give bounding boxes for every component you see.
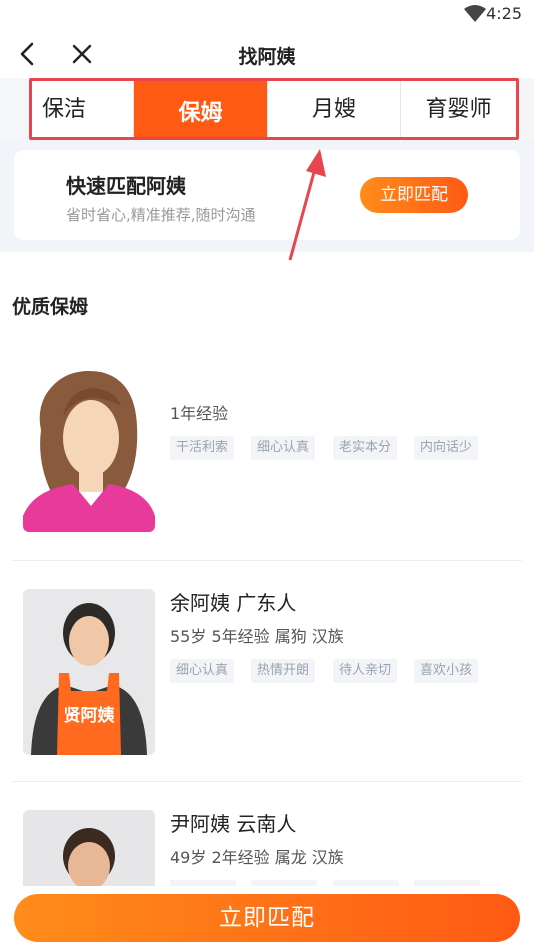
nanny-tag: 细心认真 <box>170 659 235 683</box>
nanny-tag: 内向话少 <box>414 436 479 460</box>
quick-match-card: 快速匹配阿姨 省时省心,精准推荐,随时沟通 立即匹配 <box>14 150 520 240</box>
section-title: 优质保姆 <box>12 296 89 318</box>
nanny-list-item[interactable]: 1年经验 干活利索 细心认真 老实本分 内向话少 <box>12 340 522 561</box>
nanny-tag: 细心认真 <box>251 436 316 460</box>
nanny-tag: 喜欢小孩 <box>414 659 479 683</box>
nav-bar: 找阿姨 <box>0 30 534 78</box>
nanny-list-item[interactable]: 贤阿姨 余阿姨 广东人 55岁 5年经验 属狗 汉族 细心认真 热情开朗 待人亲… <box>12 561 522 782</box>
tabs-highlight-box <box>29 78 519 140</box>
annotation-arrow-icon <box>288 149 326 261</box>
nanny-avatar <box>23 366 155 532</box>
nanny-info: 1年经验 <box>170 404 229 423</box>
bottom-action-bar: 立即匹配 <box>0 886 534 949</box>
page-title: 找阿姨 <box>238 46 296 68</box>
status-bar: 4:25 <box>0 0 534 30</box>
nanny-photo <box>23 810 155 892</box>
nanny-tag: 老实本分 <box>333 436 398 460</box>
nanny-tag: 热情开朗 <box>251 659 316 683</box>
apron-logo: 贤阿姨 <box>64 705 116 726</box>
status-time: 4:25 <box>486 4 522 23</box>
quick-match-title: 快速匹配阿姨 <box>66 174 186 198</box>
nanny-photo: 贤阿姨 <box>23 589 155 755</box>
quick-match-subtitle: 省时省心,精准推荐,随时沟通 <box>66 206 256 224</box>
nanny-tag: 待人亲切 <box>333 659 398 683</box>
nanny-name: 余阿姨 广东人 <box>170 591 297 615</box>
nanny-list-item[interactable]: 尹阿姨 云南人 49岁 2年经验 属龙 汉族 <box>12 782 522 892</box>
nanny-info: 55岁 5年经验 属狗 汉族 <box>170 627 344 646</box>
match-now-button[interactable]: 立即匹配 <box>14 894 520 942</box>
quick-match-button[interactable]: 立即匹配 <box>360 177 468 213</box>
wifi-icon <box>464 5 486 22</box>
nanny-tag: 干活利索 <box>170 436 235 460</box>
nanny-name: 尹阿姨 云南人 <box>170 812 297 836</box>
nanny-info: 49岁 2年经验 属龙 汉族 <box>170 848 344 867</box>
